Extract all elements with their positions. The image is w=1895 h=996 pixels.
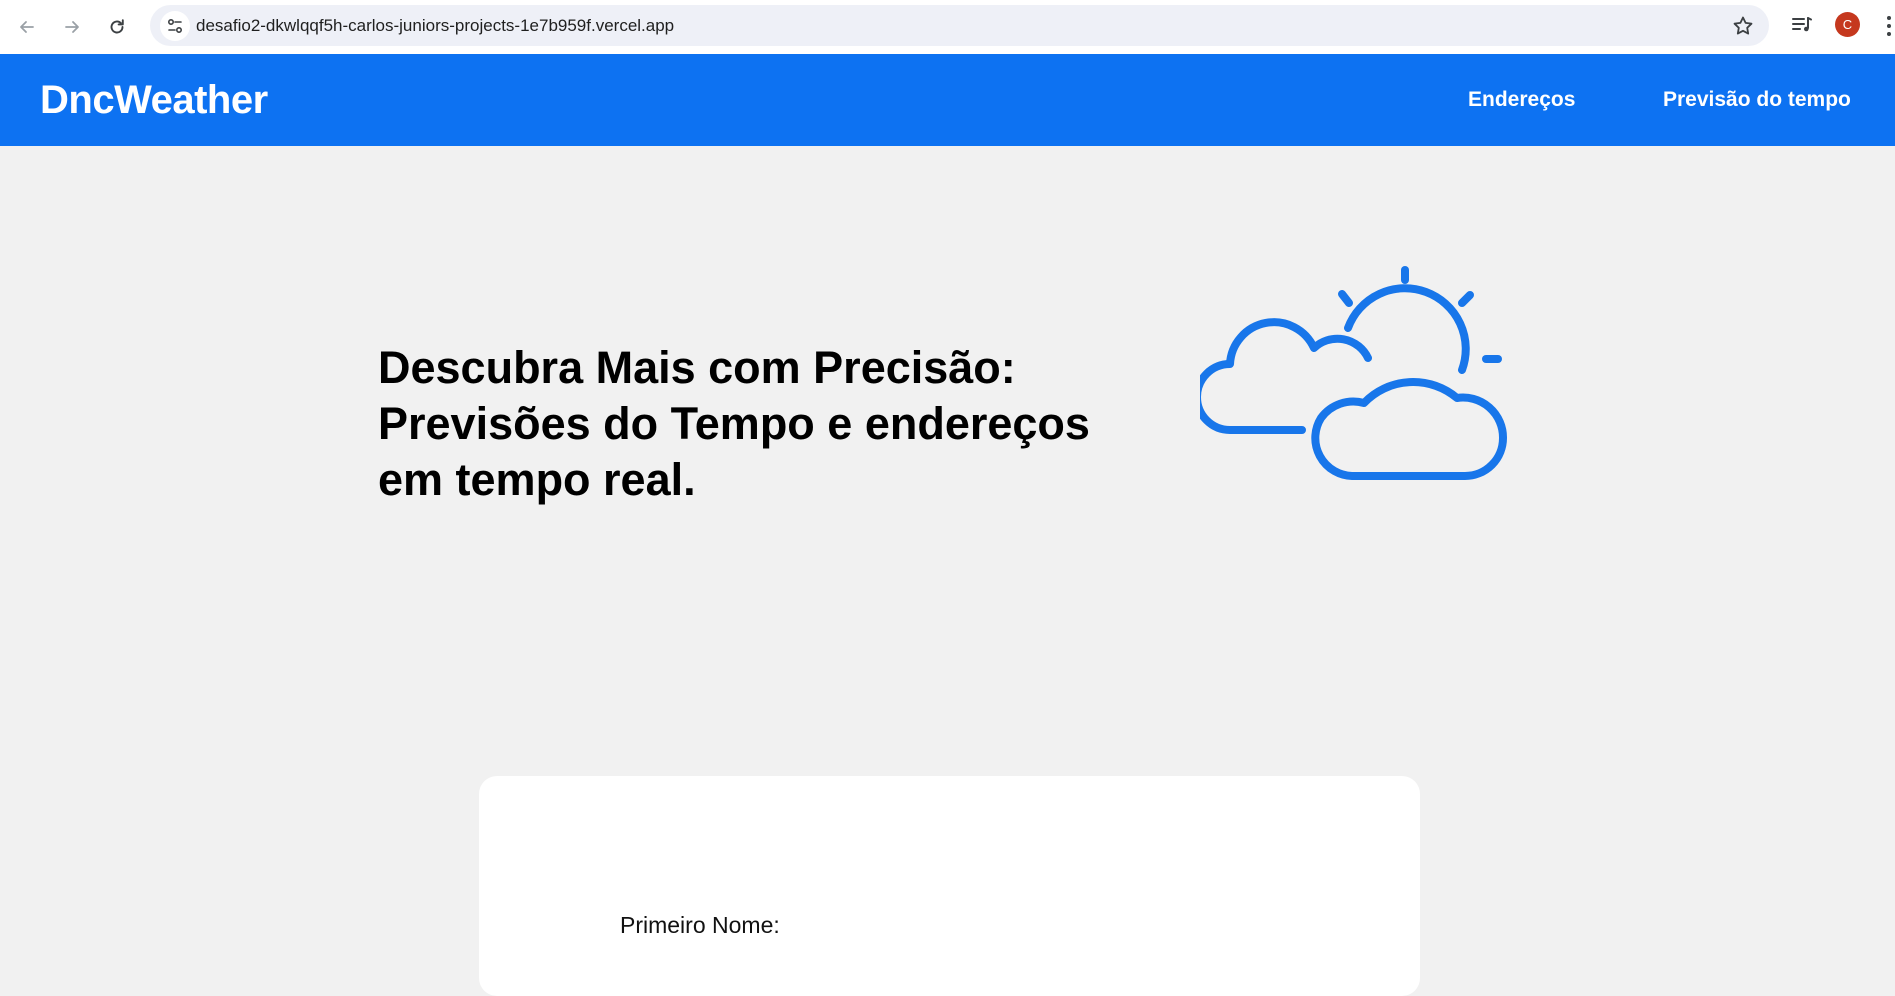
arrow-right-icon — [65, 21, 79, 33]
kebab-menu-icon[interactable] — [1883, 13, 1895, 39]
reload-icon — [110, 19, 124, 34]
bookmark-star-icon[interactable] — [1731, 14, 1755, 38]
browser-toolbar: desafio2-dkwlqqf5h-carlos-juniors-projec… — [0, 0, 1895, 54]
url-text[interactable]: desafio2-dkwlqqf5h-carlos-juniors-projec… — [196, 16, 674, 36]
reload-button[interactable] — [102, 12, 132, 42]
address-bar[interactable]: desafio2-dkwlqqf5h-carlos-juniors-projec… — [150, 5, 1769, 46]
site-header: DncWeather Endereços Previsão do tempo — [0, 54, 1895, 146]
partly-cloudy-icon — [1193, 258, 1530, 498]
hero-title: Descubra Mais com Precisão: Previsões do… — [378, 342, 1090, 505]
site-info-button[interactable] — [160, 11, 190, 41]
back-button[interactable] — [12, 12, 42, 42]
forward-button[interactable] — [57, 12, 87, 42]
brand-logo[interactable]: DncWeather — [40, 78, 268, 123]
nav-link-weather-forecast[interactable]: Previsão do tempo — [1663, 88, 1851, 112]
contact-form-card: Primeiro Nome: — [479, 776, 1420, 996]
nav-link-addresses[interactable]: Endereços — [1468, 88, 1575, 112]
profile-avatar[interactable]: C — [1835, 12, 1860, 37]
first-name-label: Primeiro Nome: — [620, 912, 780, 938]
arrow-left-icon — [20, 21, 34, 33]
media-control-icon[interactable] — [1789, 12, 1815, 38]
tune-icon — [167, 18, 183, 34]
